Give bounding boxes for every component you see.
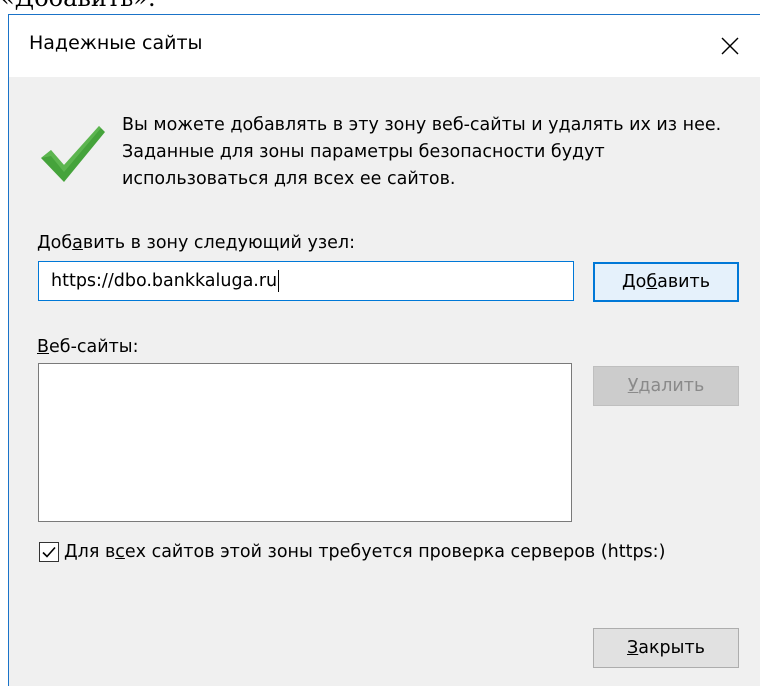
https-required-checkbox[interactable]: [39, 542, 59, 562]
text-caret: [278, 270, 280, 292]
add-zone-label: Добавить в зону следующий узел:: [37, 233, 355, 253]
websites-label: Веб-сайты:: [37, 337, 139, 357]
green-checkmark-icon: [41, 126, 105, 182]
document-fragment-text: «Добавить».: [0, 0, 156, 12]
delete-button[interactable]: Удалить: [593, 366, 739, 406]
dialog-title: Надежные сайты: [29, 32, 203, 54]
https-required-checkbox-row[interactable]: Для всех сайтов этой зоны требуется пров…: [39, 542, 665, 562]
titlebar: Надежные сайты: [9, 15, 760, 77]
close-window-button[interactable]: [708, 24, 752, 68]
close-button[interactable]: Закрыть: [593, 628, 739, 668]
add-button[interactable]: До б авить: [593, 262, 739, 302]
trusted-sites-dialog: Надежные сайты Вы можете добавлять в эту…: [8, 14, 760, 686]
websites-listbox[interactable]: [38, 363, 572, 522]
close-x-icon: [721, 37, 739, 55]
info-text: Вы можете добавлять в эту зону веб-сайты…: [122, 115, 722, 189]
website-url-value: https://dbo.bankkaluga.ru: [51, 271, 278, 291]
checkmark-icon: [42, 546, 56, 558]
https-required-label: Для всех сайтов этой зоны требуется пров…: [64, 542, 666, 562]
website-url-input[interactable]: https://dbo.bankkaluga.ru: [38, 261, 574, 301]
